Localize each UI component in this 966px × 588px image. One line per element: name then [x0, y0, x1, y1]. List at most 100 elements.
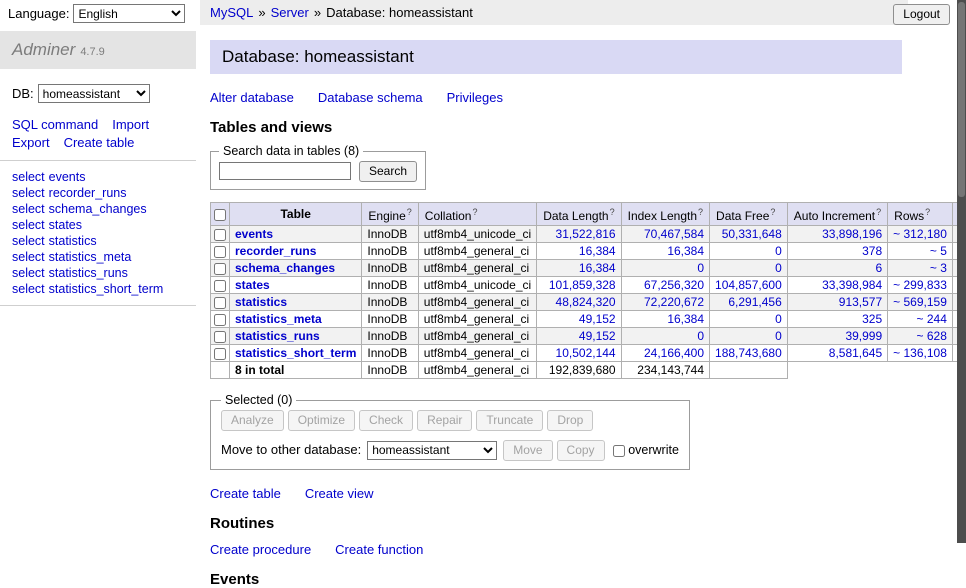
index-length-link[interactable]: 24,166,400 — [644, 346, 704, 360]
optimize-button[interactable]: Optimize — [288, 410, 355, 431]
move-db-select[interactable]: homeassistant — [367, 441, 497, 460]
copy-button[interactable]: Copy — [557, 440, 605, 461]
database-schema-link[interactable]: Database schema — [318, 90, 423, 105]
language-select[interactable]: English — [73, 4, 185, 23]
data-free-link[interactable]: 6,291,456 — [728, 295, 781, 309]
index-length-link[interactable]: 67,256,320 — [644, 278, 704, 292]
table-name-link[interactable]: recorder_runs — [49, 186, 127, 200]
scrollbar[interactable] — [957, 0, 966, 543]
analyze-button[interactable]: Analyze — [221, 410, 284, 431]
create-view-link[interactable]: Create view — [305, 486, 374, 501]
auto-increment-link[interactable]: 325 — [862, 312, 882, 326]
data-free-link[interactable]: 0 — [775, 312, 782, 326]
index-length-link[interactable]: 0 — [697, 329, 704, 343]
rows-link[interactable]: ~ 628 — [917, 329, 947, 343]
help-link[interactable]: ? — [770, 207, 775, 217]
data-free-link[interactable]: 0 — [775, 329, 782, 343]
data-free-link[interactable]: 0 — [775, 244, 782, 258]
auto-increment-link[interactable]: 378 — [862, 244, 882, 258]
row-checkbox[interactable] — [214, 314, 226, 326]
data-free-link[interactable]: 50,331,648 — [722, 227, 782, 241]
db-select[interactable]: homeassistant — [38, 84, 150, 103]
data-length-link[interactable]: 101,859,328 — [549, 278, 616, 292]
select-link[interactable]: select — [12, 218, 45, 232]
rows-link[interactable]: ~ 312,180 — [893, 227, 947, 241]
create-table-link-main[interactable]: Create table — [210, 486, 281, 501]
select-all-checkbox[interactable] — [214, 209, 226, 221]
data-free-link[interactable]: 0 — [775, 261, 782, 275]
row-checkbox[interactable] — [214, 297, 226, 309]
table-link[interactable]: recorder_runs — [235, 244, 316, 258]
data-length-link[interactable]: 16,384 — [579, 244, 616, 258]
create-table-link[interactable]: Create table — [64, 135, 135, 150]
logout-button[interactable]: Logout — [893, 4, 950, 25]
index-length-link[interactable]: 72,220,672 — [644, 295, 704, 309]
auto-increment-link[interactable]: 33,398,984 — [822, 278, 882, 292]
scrollbar-thumb[interactable] — [958, 2, 965, 197]
breadcrumb-server-link[interactable]: Server — [271, 5, 309, 20]
select-link[interactable]: select — [12, 250, 45, 264]
table-name-link[interactable]: statistics_short_term — [49, 282, 164, 296]
privileges-link[interactable]: Privileges — [447, 90, 503, 105]
table-link[interactable]: statistics_short_term — [235, 346, 356, 360]
rows-link[interactable]: ~ 244 — [917, 312, 947, 326]
sql-command-link[interactable]: SQL command — [12, 117, 98, 132]
table-name-link[interactable]: statistics_runs — [49, 266, 128, 280]
help-link[interactable]: ? — [610, 207, 615, 217]
index-length-link[interactable]: 16,384 — [667, 312, 704, 326]
auto-increment-link[interactable]: 6 — [875, 261, 882, 275]
create-procedure-link[interactable]: Create procedure — [210, 542, 311, 557]
table-name-link[interactable]: states — [49, 218, 82, 232]
data-length-link[interactable]: 48,824,320 — [556, 295, 616, 309]
export-link[interactable]: Export — [12, 135, 50, 150]
data-length-link[interactable]: 31,522,816 — [556, 227, 616, 241]
select-link[interactable]: select — [12, 170, 45, 184]
rows-link[interactable]: ~ 3 — [930, 261, 947, 275]
data-length-link[interactable]: 10,502,144 — [556, 346, 616, 360]
row-checkbox[interactable] — [214, 348, 226, 360]
data-length-link[interactable]: 16,384 — [579, 261, 616, 275]
help-link[interactable]: ? — [407, 207, 412, 217]
truncate-button[interactable]: Truncate — [476, 410, 543, 431]
index-length-link[interactable]: 70,467,584 — [644, 227, 704, 241]
help-link[interactable]: ? — [698, 207, 703, 217]
data-length-link[interactable]: 49,152 — [579, 329, 616, 343]
select-link[interactable]: select — [12, 186, 45, 200]
help-link[interactable]: ? — [472, 207, 477, 217]
create-function-link[interactable]: Create function — [335, 542, 423, 557]
breadcrumb-mysql-link[interactable]: MySQL — [210, 5, 253, 20]
import-link[interactable]: Import — [112, 117, 149, 132]
search-input[interactable] — [219, 162, 351, 180]
auto-increment-link[interactable]: 8,581,645 — [829, 346, 882, 360]
auto-increment-link[interactable]: 913,577 — [839, 295, 882, 309]
data-free-link[interactable]: 104,857,600 — [715, 278, 782, 292]
search-button[interactable]: Search — [359, 161, 417, 182]
select-link[interactable]: select — [12, 266, 45, 280]
row-checkbox[interactable] — [214, 229, 226, 241]
select-link[interactable]: select — [12, 282, 45, 296]
rows-link[interactable]: ~ 5 — [930, 244, 947, 258]
table-link[interactable]: states — [235, 278, 270, 292]
auto-increment-link[interactable]: 33,898,196 — [822, 227, 882, 241]
check-button[interactable]: Check — [359, 410, 413, 431]
auto-increment-link[interactable]: 39,999 — [845, 329, 882, 343]
overwrite-checkbox[interactable] — [613, 445, 625, 457]
row-checkbox[interactable] — [214, 246, 226, 258]
row-checkbox[interactable] — [214, 280, 226, 292]
index-length-link[interactable]: 16,384 — [667, 244, 704, 258]
table-link[interactable]: statistics_runs — [235, 329, 320, 343]
move-button[interactable]: Move — [503, 440, 552, 461]
table-name-link[interactable]: statistics — [49, 234, 97, 248]
table-link[interactable]: schema_changes — [235, 261, 335, 275]
alter-database-link[interactable]: Alter database — [210, 90, 294, 105]
table-link[interactable]: statistics_meta — [235, 312, 322, 326]
rows-link[interactable]: ~ 569,159 — [893, 295, 947, 309]
data-free-link[interactable]: 188,743,680 — [715, 346, 782, 360]
data-length-link[interactable]: 49,152 — [579, 312, 616, 326]
row-checkbox[interactable] — [214, 263, 226, 275]
table-name-link[interactable]: events — [49, 170, 86, 184]
select-link[interactable]: select — [12, 234, 45, 248]
repair-button[interactable]: Repair — [417, 410, 472, 431]
row-checkbox[interactable] — [214, 331, 226, 343]
rows-link[interactable]: ~ 136,108 — [893, 346, 947, 360]
